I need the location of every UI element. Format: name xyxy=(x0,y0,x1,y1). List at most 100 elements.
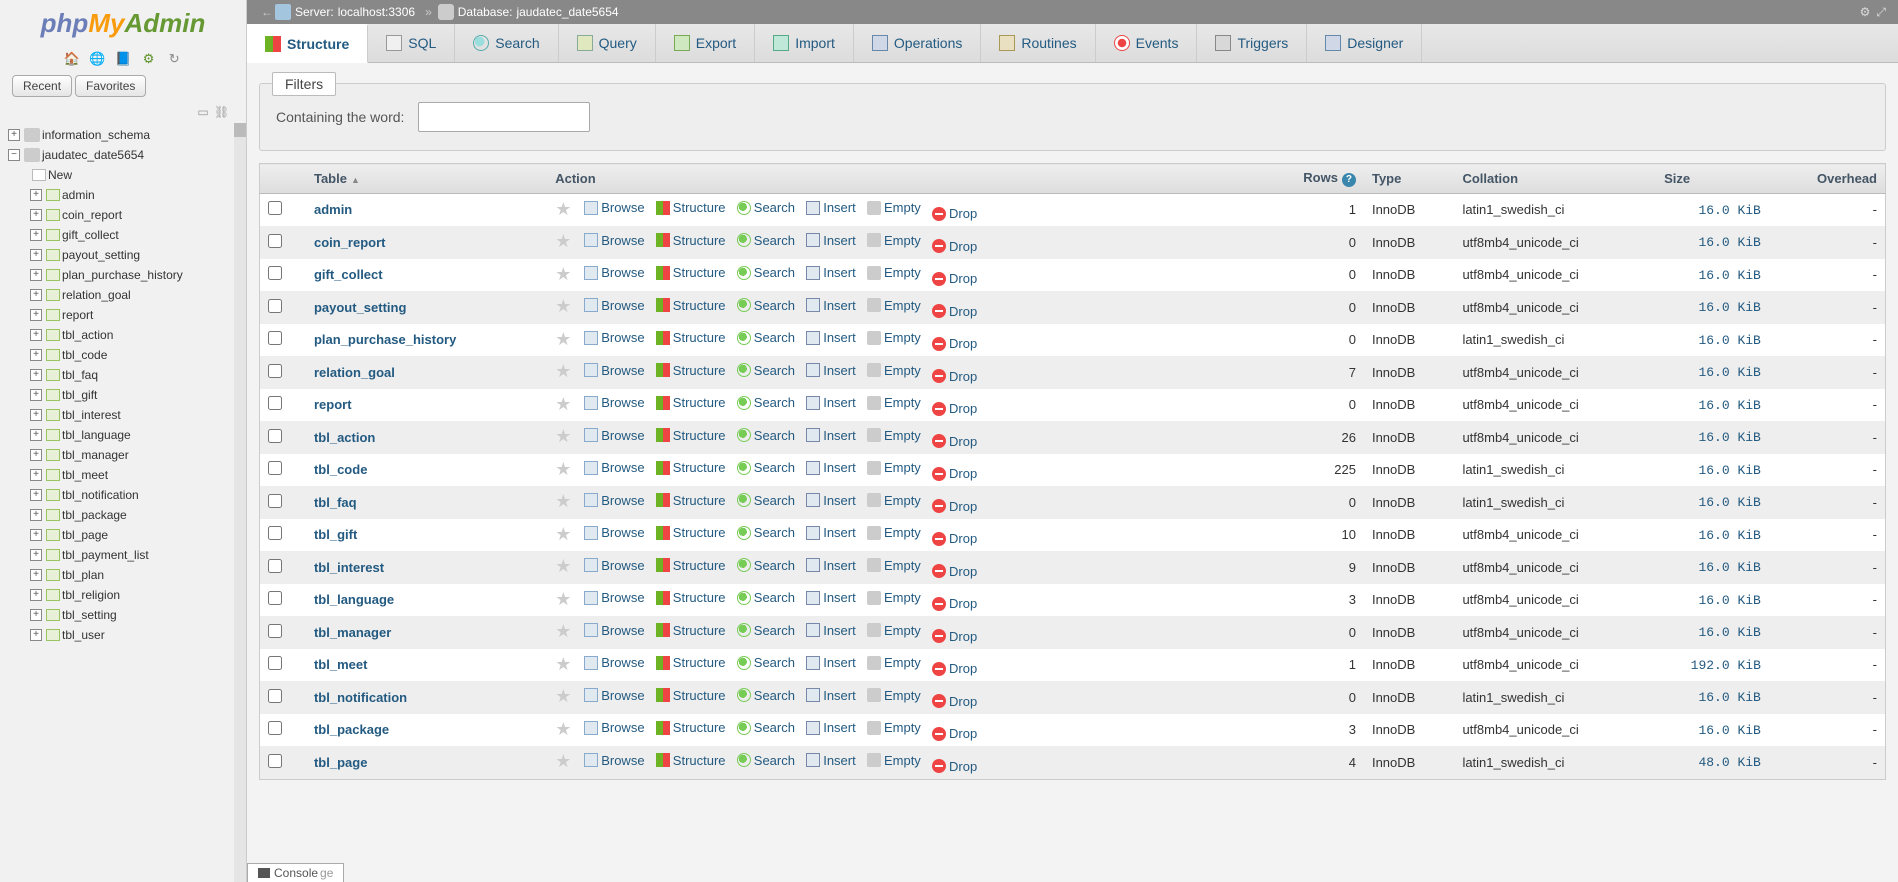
expand-icon[interactable]: + xyxy=(30,289,42,301)
table-name-link[interactable]: tbl_package xyxy=(314,722,389,737)
structure-link[interactable]: Structure xyxy=(656,655,726,670)
tree-db-item[interactable]: + information_schema xyxy=(8,125,242,145)
nav-back-icon[interactable]: ← xyxy=(259,5,275,19)
structure-link[interactable]: Structure xyxy=(656,298,726,313)
table-name-link[interactable]: tbl_manager xyxy=(314,625,391,640)
insert-link[interactable]: Insert xyxy=(806,265,856,280)
col-overhead[interactable]: Overhead xyxy=(1769,164,1886,194)
row-checkbox[interactable] xyxy=(268,526,282,540)
tree-new-item[interactable]: New xyxy=(8,165,242,185)
table-name-link[interactable]: tbl_page xyxy=(314,755,367,770)
table-name-link[interactable]: tbl_notification xyxy=(314,690,407,705)
search-link[interactable]: Search xyxy=(737,395,795,410)
insert-link[interactable]: Insert xyxy=(806,753,856,768)
insert-link[interactable]: Insert xyxy=(806,720,856,735)
empty-link[interactable]: Empty xyxy=(867,460,921,475)
insert-link[interactable]: Insert xyxy=(806,590,856,605)
logo[interactable]: phpMyAdmin xyxy=(0,0,246,47)
row-checkbox[interactable] xyxy=(268,266,282,280)
expand-icon[interactable]: + xyxy=(30,409,42,421)
structure-link[interactable]: Structure xyxy=(656,460,726,475)
col-type[interactable]: Type xyxy=(1364,164,1454,194)
insert-link[interactable]: Insert xyxy=(806,200,856,215)
row-checkbox[interactable] xyxy=(268,656,282,670)
favorite-star-icon[interactable]: ★ xyxy=(555,556,571,576)
search-link[interactable]: Search xyxy=(737,720,795,735)
tree-scrollbar-thumb[interactable] xyxy=(234,123,246,137)
collapse-icon[interactable]: − xyxy=(8,149,20,161)
insert-link[interactable]: Insert xyxy=(806,298,856,313)
tree-table-item[interactable]: +tbl_notification xyxy=(8,485,242,505)
insert-link[interactable]: Insert xyxy=(806,395,856,410)
col-collation[interactable]: Collation xyxy=(1454,164,1656,194)
row-checkbox[interactable] xyxy=(268,494,282,508)
structure-link[interactable]: Structure xyxy=(656,590,726,605)
search-link[interactable]: Search xyxy=(737,233,795,248)
search-link[interactable]: Search xyxy=(737,460,795,475)
browse-link[interactable]: Browse xyxy=(584,655,644,670)
favorite-star-icon[interactable]: ★ xyxy=(555,361,571,381)
search-link[interactable]: Search xyxy=(737,200,795,215)
table-name-link[interactable]: relation_goal xyxy=(314,365,395,380)
empty-link[interactable]: Empty xyxy=(867,590,921,605)
col-table[interactable]: Table▲ xyxy=(306,164,547,194)
empty-link[interactable]: Empty xyxy=(867,395,921,410)
row-checkbox[interactable] xyxy=(268,396,282,410)
structure-link[interactable]: Structure xyxy=(656,558,726,573)
tree-table-item[interactable]: +relation_goal xyxy=(8,285,242,305)
recent-tab[interactable]: Recent xyxy=(12,75,72,97)
structure-link[interactable]: Structure xyxy=(656,233,726,248)
row-checkbox[interactable] xyxy=(268,299,282,313)
search-link[interactable]: Search xyxy=(737,298,795,313)
structure-link[interactable]: Structure xyxy=(656,688,726,703)
expand-icon[interactable]: + xyxy=(30,429,42,441)
empty-link[interactable]: Empty xyxy=(867,753,921,768)
tree-table-item[interactable]: +report xyxy=(8,305,242,325)
expand-icon[interactable]: + xyxy=(30,609,42,621)
favorite-star-icon[interactable]: ★ xyxy=(555,589,571,609)
browse-link[interactable]: Browse xyxy=(584,265,644,280)
favorite-star-icon[interactable]: ★ xyxy=(555,459,571,479)
browse-link[interactable]: Browse xyxy=(584,688,644,703)
row-checkbox[interactable] xyxy=(268,591,282,605)
tree-table-item[interactable]: +gift_collect xyxy=(8,225,242,245)
drop-link[interactable]: Drop xyxy=(932,564,977,579)
insert-link[interactable]: Insert xyxy=(806,363,856,378)
structure-link[interactable]: Structure xyxy=(656,330,726,345)
empty-link[interactable]: Empty xyxy=(867,623,921,638)
row-checkbox[interactable] xyxy=(268,331,282,345)
favorite-star-icon[interactable]: ★ xyxy=(555,621,571,641)
insert-link[interactable]: Insert xyxy=(806,655,856,670)
favorite-star-icon[interactable]: ★ xyxy=(555,686,571,706)
collapse-all-icon[interactable]: ▭ xyxy=(195,105,209,113)
favorite-star-icon[interactable]: ★ xyxy=(555,199,571,219)
browse-link[interactable]: Browse xyxy=(584,558,644,573)
tree-table-item[interactable]: +tbl_faq xyxy=(8,365,242,385)
drop-link[interactable]: Drop xyxy=(932,304,977,319)
globe-icon[interactable]: 🌐 xyxy=(89,51,105,67)
table-name-link[interactable]: plan_purchase_history xyxy=(314,332,456,347)
tree-table-item[interactable]: +coin_report xyxy=(8,205,242,225)
tab-designer[interactable]: Designer xyxy=(1307,24,1422,62)
browse-link[interactable]: Browse xyxy=(584,363,644,378)
row-checkbox[interactable] xyxy=(268,689,282,703)
row-checkbox[interactable] xyxy=(268,754,282,768)
browse-link[interactable]: Browse xyxy=(584,428,644,443)
link-icon[interactable]: ⛓ xyxy=(214,105,228,117)
table-name-link[interactable]: tbl_faq xyxy=(314,495,357,510)
search-link[interactable]: Search xyxy=(737,753,795,768)
tree-db-item[interactable]: − jaudatec_date5654 xyxy=(8,145,242,165)
search-link[interactable]: Search xyxy=(737,265,795,280)
drop-link[interactable]: Drop xyxy=(932,499,977,514)
search-link[interactable]: Search xyxy=(737,590,795,605)
browse-link[interactable]: Browse xyxy=(584,753,644,768)
browse-link[interactable]: Browse xyxy=(584,623,644,638)
drop-link[interactable]: Drop xyxy=(932,271,977,286)
search-link[interactable]: Search xyxy=(737,428,795,443)
tree-table-item[interactable]: +tbl_action xyxy=(8,325,242,345)
empty-link[interactable]: Empty xyxy=(867,493,921,508)
favorite-star-icon[interactable]: ★ xyxy=(555,491,571,511)
server-link[interactable]: localhost:3306 xyxy=(338,5,415,19)
tab-import[interactable]: Import xyxy=(755,24,854,62)
favorite-star-icon[interactable]: ★ xyxy=(555,751,571,771)
